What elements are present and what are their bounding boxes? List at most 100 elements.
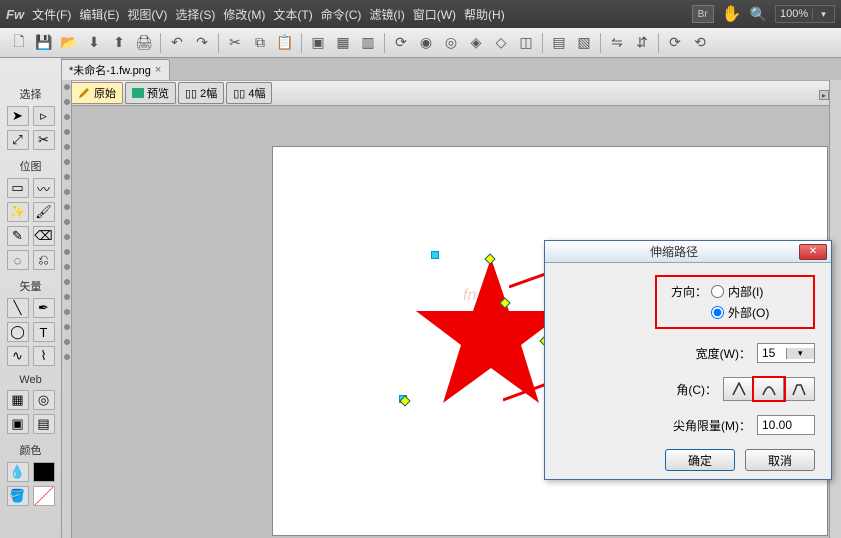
- undo-icon[interactable]: ↶: [166, 32, 188, 54]
- main-toolbar: 🗋 💾 📂 ⬇ ⬆ 🖨 ↶ ↷ ✂ ⧉ 📋 ▣ ▦ ▥ ⟳ ◉ ◎ ◈ ◇ ◫ …: [0, 28, 841, 58]
- cut-icon[interactable]: ✂: [224, 32, 246, 54]
- blur-tool[interactable]: ◌: [7, 250, 29, 270]
- stamp-tool[interactable]: ⎌: [33, 250, 55, 270]
- view-4up-tab[interactable]: ▯▯ 4幅: [226, 82, 272, 104]
- crop-icon[interactable]: ◫: [515, 32, 537, 54]
- hide-slice-tool[interactable]: ▣: [7, 414, 29, 434]
- redo-icon[interactable]: ↷: [191, 32, 213, 54]
- menu-modify[interactable]: 修改(M): [223, 6, 265, 23]
- shape-tool[interactable]: ◯: [7, 322, 29, 342]
- union-icon[interactable]: ◉: [415, 32, 437, 54]
- search-icon[interactable]: 🔍: [750, 6, 767, 23]
- scale-tool[interactable]: ⤢: [7, 130, 29, 150]
- copy-icon[interactable]: ⧉: [249, 32, 271, 54]
- line-tool[interactable]: ╲: [7, 298, 29, 318]
- pen-tool[interactable]: ✒: [33, 298, 55, 318]
- hotspot-tool[interactable]: ◎: [33, 390, 55, 410]
- eraser-tool[interactable]: ⌫: [33, 226, 55, 246]
- menu-text[interactable]: 文本(T): [273, 6, 312, 23]
- direction-outside-label: 外部(O): [728, 304, 769, 321]
- panel-collapse-toggle[interactable]: ▸: [819, 90, 829, 100]
- cancel-button[interactable]: 取消: [745, 449, 815, 471]
- flip-v-icon[interactable]: ⇵: [631, 32, 653, 54]
- import-icon[interactable]: ⬇: [83, 32, 105, 54]
- menu-help[interactable]: 帮助(H): [464, 6, 505, 23]
- show-slice-tool[interactable]: ▤: [33, 414, 55, 434]
- arrange-icon[interactable]: ▦: [332, 32, 354, 54]
- menu-filters[interactable]: 滤镜(I): [369, 6, 404, 23]
- menu-view[interactable]: 视图(V): [127, 6, 167, 23]
- new-file-icon[interactable]: 🗋: [8, 32, 30, 54]
- bevel-corner-icon: [792, 382, 806, 396]
- document-tab[interactable]: *未命名-1.fw.png ×: [60, 59, 170, 80]
- rotate-cw-icon[interactable]: ⟳: [664, 32, 686, 54]
- wand-tool[interactable]: ✨: [7, 202, 29, 222]
- text-tool[interactable]: T: [33, 322, 55, 342]
- bbox-handle-tl[interactable]: [431, 251, 439, 259]
- dialog-titlebar[interactable]: 伸缩路径 ✕: [545, 241, 831, 263]
- subtract-icon[interactable]: ◎: [440, 32, 462, 54]
- corner-miter-button[interactable]: [724, 378, 754, 400]
- group-icon[interactable]: ▥: [357, 32, 379, 54]
- direction-inside-label: 内部(I): [728, 283, 763, 300]
- freeform-tool[interactable]: ∿: [7, 346, 29, 366]
- width-label: 宽度(W)：: [696, 345, 751, 362]
- tool-section-select: 选择: [20, 86, 42, 102]
- bridge-button[interactable]: Br: [692, 5, 714, 23]
- image-icon: [132, 88, 144, 98]
- menu-select[interactable]: 选择(S): [175, 6, 215, 23]
- fill-color[interactable]: [33, 486, 55, 506]
- corner-bevel-button[interactable]: [784, 378, 814, 400]
- intersect-icon[interactable]: ◈: [465, 32, 487, 54]
- menu-window[interactable]: 窗口(W): [413, 6, 456, 23]
- ok-button[interactable]: 确定: [665, 449, 735, 471]
- pointer-tool[interactable]: ➤: [7, 106, 29, 126]
- view-mode-tabs: 原始 预览 ▯▯ 2幅 ▯▯ 4幅: [0, 80, 841, 106]
- save-icon[interactable]: 💾: [33, 32, 55, 54]
- miter-input[interactable]: 10.00: [757, 415, 815, 435]
- rotate-icon[interactable]: ⟳: [390, 32, 412, 54]
- direction-inside-radio[interactable]: [711, 285, 724, 298]
- width-combo[interactable]: 15 ▾: [757, 343, 815, 363]
- menu-file[interactable]: 文件(F): [32, 6, 71, 23]
- four-pane-icon: ▯▯: [233, 87, 245, 100]
- close-icon[interactable]: ×: [155, 64, 161, 76]
- view-preview-tab[interactable]: 预览: [125, 82, 176, 104]
- stroke-color[interactable]: [33, 462, 55, 482]
- close-button[interactable]: ✕: [799, 244, 827, 260]
- crop-tool[interactable]: ✂: [33, 130, 55, 150]
- menu-commands[interactable]: 命令(C): [321, 6, 362, 23]
- view-original-tab[interactable]: 原始: [70, 82, 123, 104]
- view-2up-tab[interactable]: ▯▯ 2幅: [178, 82, 224, 104]
- chevron-down-icon[interactable]: ▾: [786, 348, 815, 359]
- direction-outside-radio[interactable]: [711, 306, 724, 319]
- open-icon[interactable]: 📂: [58, 32, 80, 54]
- corner-round-button[interactable]: [754, 378, 784, 400]
- print-icon[interactable]: 🖨: [133, 32, 155, 54]
- brush-tool[interactable]: 🖌: [33, 202, 55, 222]
- chevron-down-icon[interactable]: ▾: [812, 9, 834, 20]
- zoom-value: 100%: [776, 8, 812, 20]
- back-icon[interactable]: ▧: [573, 32, 595, 54]
- eyedropper-tool[interactable]: 💧: [7, 462, 29, 482]
- export-icon[interactable]: ⬆: [108, 32, 130, 54]
- zoom-combo[interactable]: 100% ▾: [775, 5, 835, 23]
- rotate-ccw-icon[interactable]: ⟲: [689, 32, 711, 54]
- menu-edit[interactable]: 编辑(E): [79, 6, 119, 23]
- align-icon[interactable]: ▣: [307, 32, 329, 54]
- lasso-tool[interactable]: 〰: [33, 178, 55, 198]
- flip-h-icon[interactable]: ⇋: [606, 32, 628, 54]
- slice-tool[interactable]: ▦: [7, 390, 29, 410]
- front-icon[interactable]: ▤: [548, 32, 570, 54]
- knife-tool[interactable]: ⌇: [33, 346, 55, 366]
- pencil-icon: [77, 86, 91, 100]
- marquee-tool[interactable]: ▭: [7, 178, 29, 198]
- corner-buttons: [723, 377, 815, 401]
- hand-tool-icon[interactable]: ✋: [722, 4, 742, 24]
- subselect-tool[interactable]: ▹: [33, 106, 55, 126]
- exclude-icon[interactable]: ◇: [490, 32, 512, 54]
- round-corner-icon: [762, 382, 776, 396]
- pencil-tool[interactable]: ✎: [7, 226, 29, 246]
- paste-icon[interactable]: 📋: [274, 32, 296, 54]
- bucket-tool[interactable]: 🪣: [7, 486, 29, 506]
